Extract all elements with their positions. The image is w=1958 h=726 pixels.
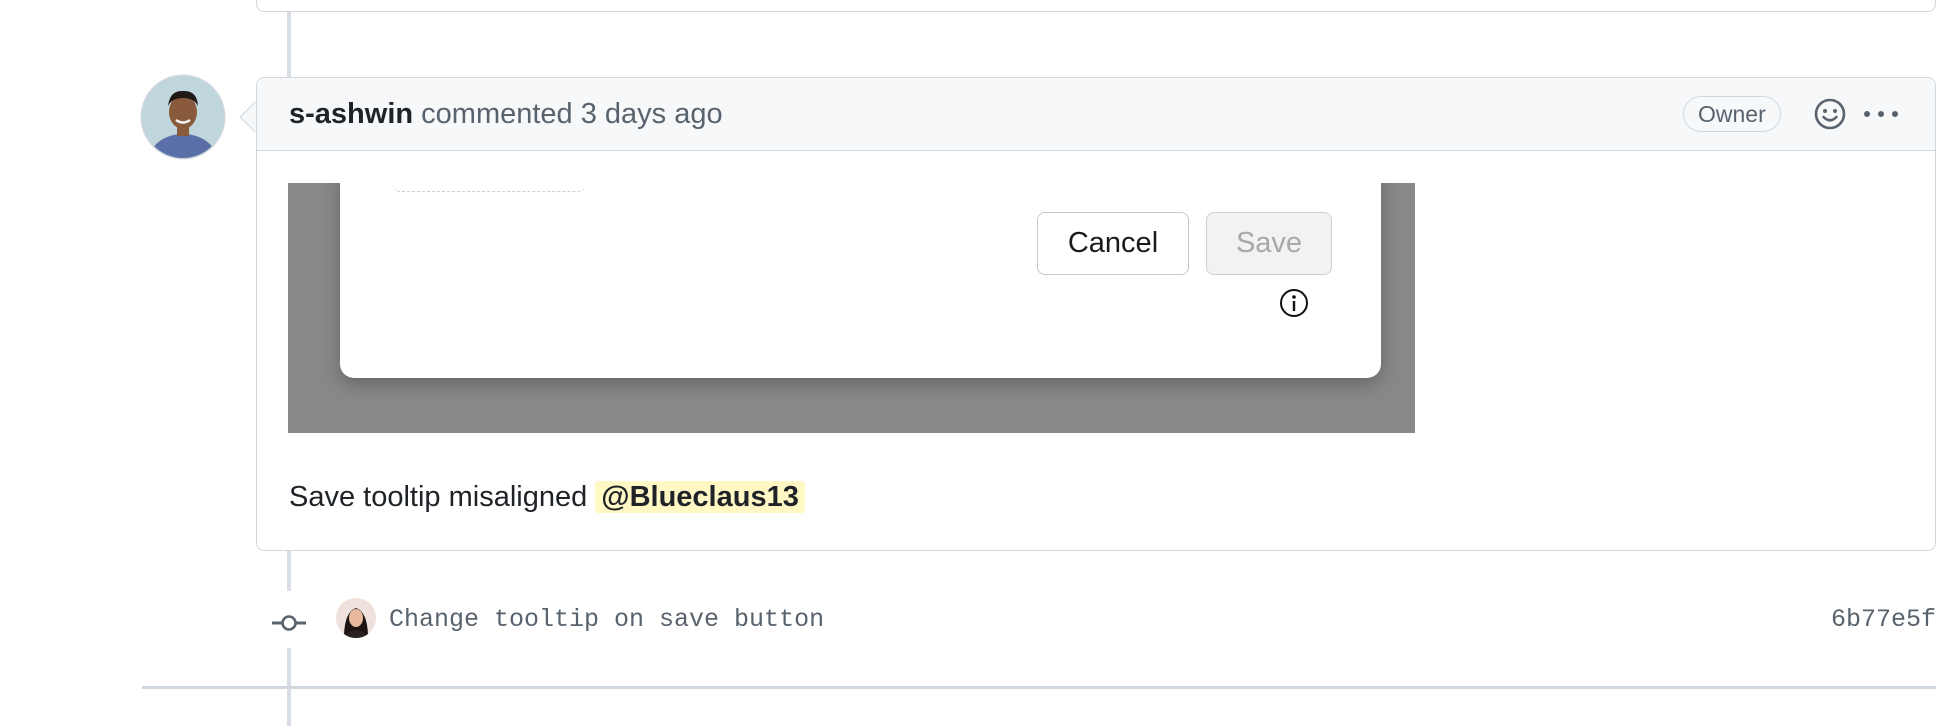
screenshot-dialog: Cancel Save: [340, 183, 1381, 378]
comment-action: commented: [421, 98, 573, 130]
comment-body-text: Save tooltip misaligned: [289, 481, 588, 513]
avatar-image: [142, 76, 224, 158]
commit-message-link[interactable]: Change tooltip on save button: [389, 604, 824, 636]
info-circle-icon: [1278, 287, 1310, 319]
owner-badge: Owner: [1683, 96, 1781, 132]
attached-screenshot[interactable]: Cancel Save: [288, 183, 1415, 433]
screenshot-cancel-button: Cancel: [1037, 212, 1189, 275]
comment-body: Save tooltip misaligned @Blueclaus13: [289, 478, 805, 516]
kebab-horizontal-icon[interactable]: [1861, 100, 1901, 128]
user-mention-link[interactable]: @Blueclaus13: [595, 481, 805, 513]
author-avatar[interactable]: [142, 76, 224, 158]
comment-box: s-ashwin commented 3 days ago Owner Canc…: [256, 77, 1936, 551]
commit-author-avatar[interactable]: [336, 598, 376, 638]
timeline-divider: [142, 686, 1936, 689]
smiley-icon[interactable]: [1811, 95, 1849, 133]
screenshot-dashed-area: [393, 185, 585, 192]
screenshot-save-button: Save: [1206, 212, 1332, 275]
git-commit-icon: [272, 608, 306, 638]
commit-sha-link[interactable]: 6b77e5f: [1831, 604, 1936, 636]
comment-header: s-ashwin commented 3 days ago Owner: [257, 78, 1935, 151]
commit-row: Change tooltip on save button 6b77e5f: [0, 598, 1958, 648]
previous-timeline-item: [256, 0, 1936, 12]
comment-header-text: s-ashwin commented 3 days ago: [289, 96, 723, 132]
comment-timestamp[interactable]: 3 days ago: [581, 98, 723, 130]
comment-author-link[interactable]: s-ashwin: [289, 98, 413, 130]
timeline-line-middle: [287, 551, 291, 591]
